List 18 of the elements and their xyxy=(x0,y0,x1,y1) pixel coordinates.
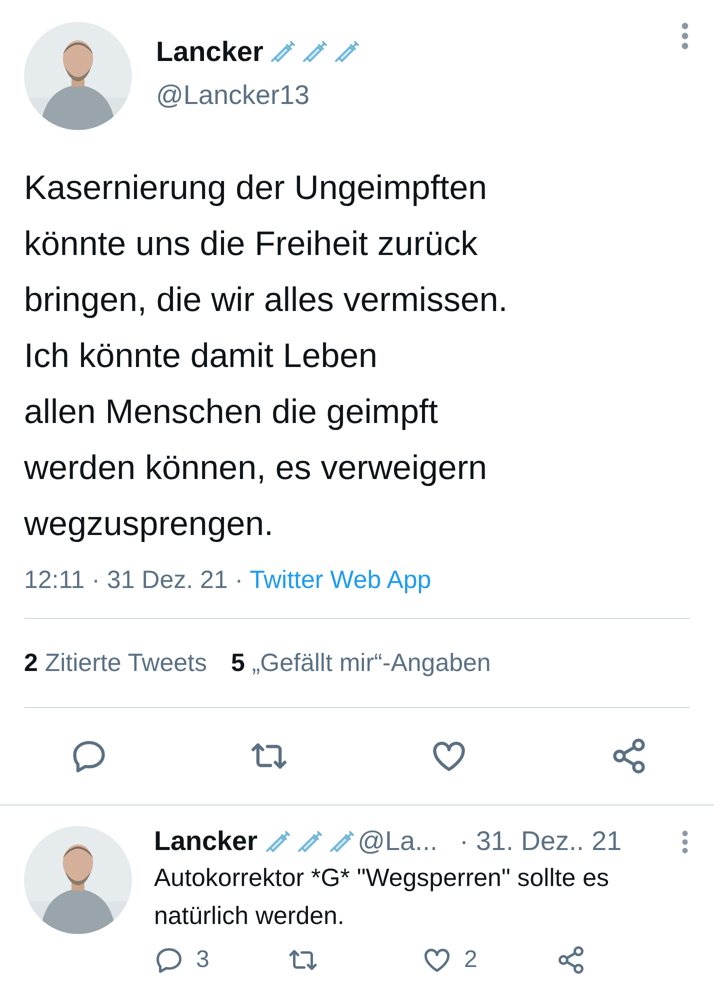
comment-icon[interactable] xyxy=(154,945,184,975)
like-action[interactable]: 2 xyxy=(422,945,556,975)
tweet-text: Kasernierung der Ungeimpften könnte uns die Freiheit zurück bringen, die wir alles vermissen. Ich könnte damit Leben allen Menschen die geimpft werden können, es verweigern wegzusprengen. xyxy=(24,168,509,545)
display-name: Lancker xyxy=(156,36,264,68)
more-icon[interactable] xyxy=(680,22,690,50)
stat-link[interactable]: 5 „Gefällt mir“-Angaben xyxy=(230,648,491,678)
display-name: Lancker xyxy=(154,826,258,857)
more-icon[interactable] xyxy=(680,830,690,854)
reply-date: · 31. Dez.. 21 xyxy=(460,826,622,857)
reply-action[interactable]: 3 xyxy=(154,945,288,975)
share-icon[interactable] xyxy=(610,737,648,775)
user-handle: @La... xyxy=(358,826,438,857)
stat-link[interactable]: 2 Zitierte Tweets xyxy=(24,648,207,678)
reply-text: Autokorrektor *G* "Wegsperren" sollte es natürlich werden. xyxy=(154,863,610,932)
source-link[interactable]: Twitter Web App xyxy=(250,566,432,594)
share-icon[interactable] xyxy=(556,945,586,975)
tweet-timestamp: 12:11 · 31 Dez. 21 · Twitter Web App xyxy=(24,564,432,596)
user-handle: @Lancker13 xyxy=(156,80,310,111)
